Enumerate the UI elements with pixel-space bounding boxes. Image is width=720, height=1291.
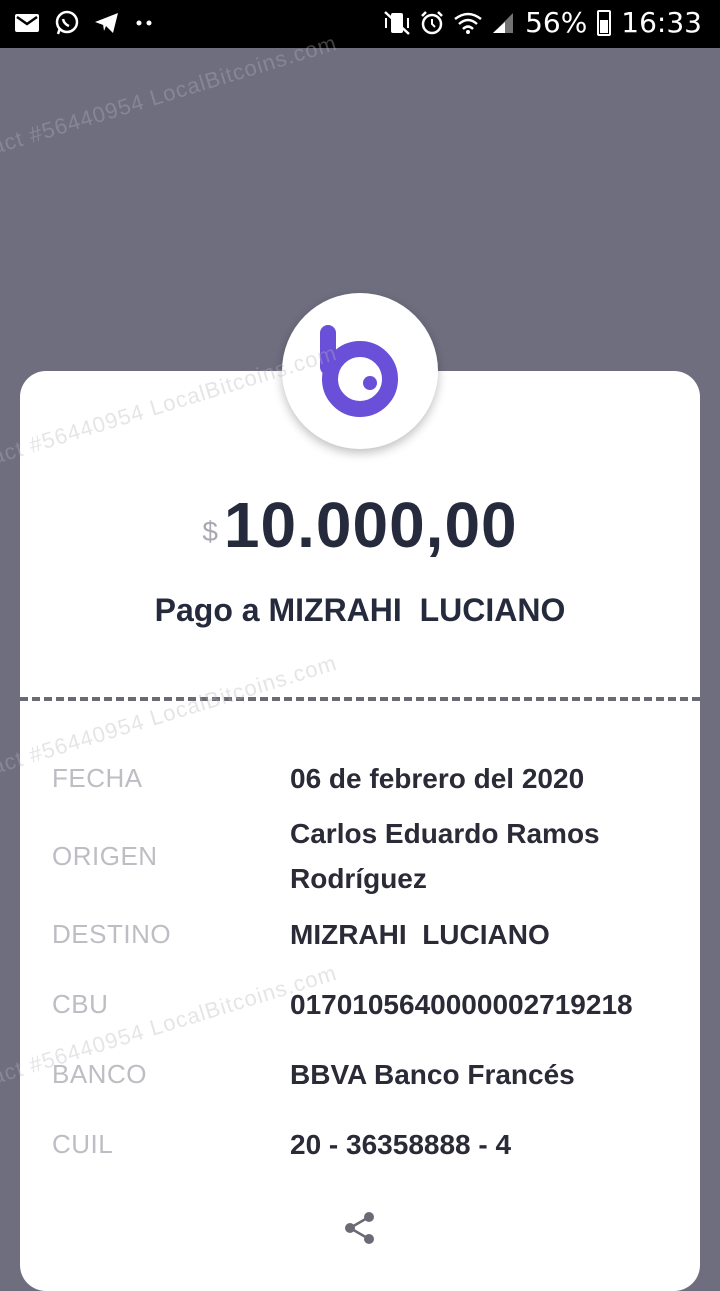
row-value: BBVA Banco Francés bbox=[290, 1059, 575, 1090]
row-label: FECHA bbox=[52, 763, 143, 793]
status-bar: 56% 16:33 bbox=[0, 0, 720, 48]
wifi-icon bbox=[454, 12, 482, 34]
row-cbu: CBU 0170105640000002719218 bbox=[52, 982, 692, 1027]
row-origen: ORIGEN Carlos Eduardo Ramos Rodríguez bbox=[52, 811, 692, 901]
more-dots-icon bbox=[136, 20, 152, 26]
brand-b-logo-icon bbox=[320, 325, 398, 417]
share-icon[interactable] bbox=[342, 1210, 378, 1246]
mute-vibrate-icon bbox=[384, 10, 410, 35]
row-label: DESTINO bbox=[52, 919, 172, 949]
brand-logo bbox=[282, 293, 438, 449]
row-value: Carlos Eduardo Ramos Rodríguez bbox=[290, 818, 600, 894]
gmail-icon bbox=[15, 14, 39, 32]
amount-value: 10.000,00 bbox=[223, 489, 518, 561]
currency-symbol: $ bbox=[202, 516, 218, 547]
alarm-icon bbox=[421, 10, 443, 34]
amount: $10.000,00 bbox=[0, 488, 720, 562]
row-fecha: FECHA 06 de febrero del 2020 bbox=[52, 756, 692, 801]
whatsapp-icon bbox=[55, 10, 79, 35]
dashed-divider bbox=[20, 697, 700, 701]
row-value: 0170105640000002719218 bbox=[290, 989, 633, 1020]
share-button[interactable] bbox=[342, 1210, 378, 1251]
row-label: CUIL bbox=[52, 1129, 114, 1159]
row-banco: BANCO BBVA Banco Francés bbox=[52, 1052, 692, 1097]
clock: 16:33 bbox=[621, 6, 702, 39]
telegram-icon bbox=[95, 13, 118, 33]
row-value: MIZRAHI LUCIANO bbox=[290, 919, 550, 950]
pay-to-title: Pago a MIZRAHI LUCIANO bbox=[154, 592, 566, 628]
row-label: ORIGEN bbox=[52, 840, 158, 871]
row-cuil: CUIL 20 - 36358888 - 4 bbox=[52, 1122, 692, 1167]
row-value: 06 de febrero del 2020 bbox=[290, 763, 585, 794]
row-label: CBU bbox=[52, 989, 109, 1019]
row-label: BANCO bbox=[52, 1059, 147, 1089]
row-value: 20 - 36358888 - 4 bbox=[290, 1129, 512, 1160]
battery-icon bbox=[597, 9, 612, 36]
battery-percent: 56% bbox=[525, 6, 588, 39]
signal-icon bbox=[493, 12, 514, 33]
row-destino: DESTINO MIZRAHI LUCIANO bbox=[52, 912, 692, 957]
